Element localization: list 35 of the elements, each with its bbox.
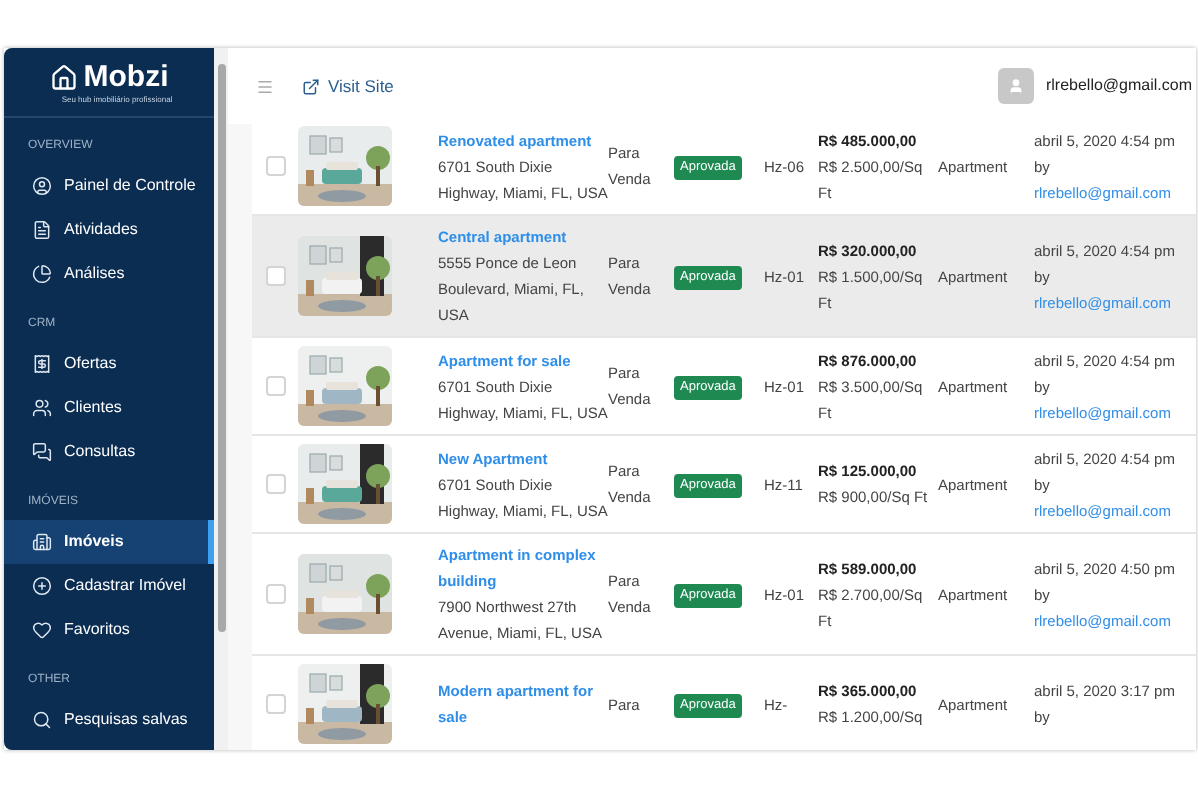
heart-icon (32, 620, 52, 640)
nav-item[interactable]: Consultas (4, 430, 214, 474)
user-icon (1007, 78, 1024, 94)
users-icon (32, 398, 52, 418)
nav-item[interactable]: Atividades (4, 208, 214, 252)
row-checkbox[interactable] (265, 266, 285, 286)
plus-circle-icon (32, 576, 52, 596)
chat-icon (32, 442, 52, 462)
house-logo-icon (49, 63, 78, 91)
row-checkbox[interactable] (265, 156, 285, 176)
nav-item[interactable]: Favoritos (4, 608, 214, 652)
nav-item[interactable]: Ofertas (4, 342, 214, 386)
row-checkbox[interactable] (265, 376, 285, 396)
search-icon (32, 710, 52, 730)
nav-item[interactable]: Cadastrar Imóvel (4, 564, 214, 608)
nav-item[interactable]: Pesquisas salvas (4, 698, 214, 742)
nav-item[interactable]: Análises (4, 252, 214, 296)
nav-item[interactable]: Imóveis (4, 520, 214, 564)
external-link-icon (302, 77, 320, 95)
row-checkbox[interactable] (265, 694, 285, 714)
row-checkbox[interactable] (265, 474, 285, 494)
row-checkbox[interactable] (265, 584, 285, 604)
avatar[interactable] (997, 68, 1034, 104)
user-circle-icon (32, 176, 52, 196)
menu-icon[interactable] (256, 77, 274, 95)
nav-item[interactable]: Painel de Controle (4, 164, 214, 208)
receipt-icon (32, 354, 52, 374)
scrollbar[interactable] (214, 48, 228, 750)
pie-chart-icon (32, 264, 52, 284)
visit-site-link[interactable]: Visit Site (302, 73, 394, 99)
building-icon (32, 532, 52, 552)
user-email: rlrebello@gmail.com (1045, 74, 1192, 98)
logo-text: Mobzi (83, 61, 169, 93)
document-icon (32, 220, 52, 240)
nav-item[interactable]: Clientes (4, 386, 214, 430)
